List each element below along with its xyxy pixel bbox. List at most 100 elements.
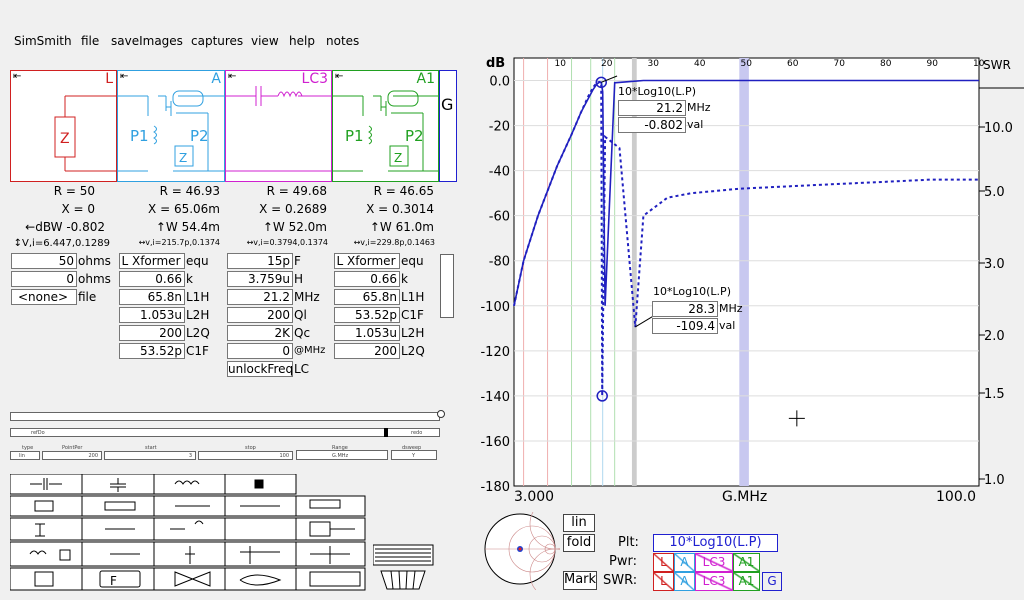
swr-segment-a[interactable]: A bbox=[674, 572, 695, 591]
chart-x-left: 3.000 bbox=[514, 489, 555, 505]
menu-help[interactable]: help bbox=[289, 34, 315, 48]
menu-notes[interactable]: notes bbox=[326, 34, 359, 48]
a1-field-2[interactable]: 65.8n bbox=[334, 289, 400, 305]
a1-field-4[interactable]: 1.053u bbox=[334, 325, 400, 341]
palette-extra-icons[interactable] bbox=[373, 543, 435, 593]
chart-db-title: dB bbox=[486, 56, 506, 71]
swr-tick-label: 5.0 bbox=[984, 185, 1005, 200]
top-tick-label: 40 bbox=[694, 59, 706, 69]
plt-value-field[interactable]: 10*Log10(L.P) bbox=[653, 534, 778, 552]
chart-x-mid: G.MHz bbox=[722, 489, 768, 505]
slider-row[interactable] bbox=[10, 412, 440, 421]
smith-chart-mini[interactable] bbox=[480, 512, 560, 590]
undo-redo-row: refDo redo bbox=[10, 428, 440, 437]
menu-file[interactable]: file bbox=[81, 34, 99, 48]
svg-text:Z: Z bbox=[394, 151, 402, 165]
lc3-r-value: R = 49.68 bbox=[266, 184, 327, 198]
component-g[interactable]: G bbox=[439, 70, 457, 182]
load-field-2[interactable]: <none> bbox=[11, 289, 77, 305]
lc3-field-3[interactable]: 200 bbox=[227, 307, 293, 323]
a-field-2[interactable]: 65.8n bbox=[119, 289, 185, 305]
a1-unit-2: L1H bbox=[401, 290, 425, 304]
menu-simsmith[interactable]: SimSmith bbox=[14, 34, 72, 48]
a1-unit-4: L2H bbox=[401, 326, 425, 340]
lc3-field-2[interactable]: 21.2 bbox=[227, 289, 293, 305]
load-field-0[interactable]: 50 bbox=[11, 253, 77, 269]
top-tick-label: 80 bbox=[880, 59, 892, 69]
a-unit-1: k bbox=[186, 272, 193, 286]
a-field-4[interactable]: 200 bbox=[119, 325, 185, 341]
component-load[interactable]: ⇤ L Z bbox=[10, 70, 118, 182]
a1-unit-1: k bbox=[401, 272, 408, 286]
redo-label[interactable]: redo bbox=[411, 430, 422, 436]
fold-button[interactable]: fold bbox=[563, 534, 595, 552]
a-field-1[interactable]: 0.66 bbox=[119, 271, 185, 287]
lc3-field-5[interactable]: 0 bbox=[227, 343, 293, 359]
pwr-segment-lc3[interactable]: LC3 bbox=[695, 553, 733, 572]
sweep-chart[interactable]: 10 20 30 40 50 60 70 80 90 100.0 -20 -40 -60 -80 -100 -… bbox=[476, 50, 1024, 510]
a-field-3[interactable]: 1.053u bbox=[119, 307, 185, 323]
lin-button[interactable]: lin bbox=[563, 514, 595, 532]
component-a[interactable]: ⇤ A Z P1 P2 bbox=[117, 70, 226, 182]
a-unit-3: L2H bbox=[186, 308, 210, 322]
lc3-field-6[interactable]: unlockFreq bbox=[227, 361, 293, 377]
lc3-unit-2: MHz bbox=[294, 290, 320, 304]
mark-button[interactable]: Mark bbox=[563, 571, 597, 590]
component-palette[interactable]: F bbox=[10, 474, 435, 592]
sweep-field[interactable]: Y bbox=[391, 450, 437, 460]
svg-text:F: F bbox=[110, 574, 117, 588]
swr-segment-l[interactable]: L bbox=[653, 572, 674, 591]
lc3-field-0[interactable]: 15p bbox=[227, 253, 293, 269]
swr-segment-g[interactable]: G bbox=[762, 572, 782, 591]
y-tick-label: -120 bbox=[480, 345, 510, 360]
a-w-value: ↑W 54.4m bbox=[155, 220, 220, 234]
swr-segment-a1[interactable]: A1 bbox=[733, 572, 760, 591]
lc3-field-4[interactable]: 2K bbox=[227, 325, 293, 341]
a1-unit-3: C1F bbox=[401, 308, 424, 322]
stop-field[interactable]: 100 bbox=[198, 451, 293, 460]
lc3-unit-4: Qc bbox=[294, 326, 311, 340]
a1-vi-value: ↔v,i=229.8p,0.1463 bbox=[353, 238, 435, 247]
undo-label[interactable]: refDo bbox=[31, 430, 45, 436]
pwr-segment-l[interactable]: L bbox=[653, 553, 674, 572]
swr-tick-label: 1.5 bbox=[984, 387, 1005, 402]
transformer-icon: Z P1 P2 bbox=[333, 90, 440, 172]
component-lc3[interactable]: ⇤ LC3 bbox=[225, 70, 333, 182]
top-tick-label: 20 bbox=[601, 59, 613, 69]
a-field-5[interactable]: 53.52p bbox=[119, 343, 185, 359]
type-field[interactable]: lin bbox=[10, 451, 40, 460]
a1-field-3[interactable]: 53.52p bbox=[334, 307, 400, 323]
lc3-unit-3: Ql bbox=[294, 308, 307, 322]
marker2-freq-unit: MHz bbox=[719, 302, 743, 315]
lc3-unit-5: @MHz bbox=[294, 345, 326, 356]
pwr-segment-a1[interactable]: A1 bbox=[733, 553, 760, 572]
swr-segment-lc3[interactable]: LC3 bbox=[695, 572, 733, 591]
component-a1[interactable]: ⇤ A1 Z P1 P2 bbox=[332, 70, 440, 182]
marker1-val: -0.802 bbox=[618, 117, 686, 133]
type-value: lin bbox=[19, 453, 25, 459]
undo-divider bbox=[384, 428, 388, 437]
y-tick-label: -80 bbox=[489, 255, 510, 270]
a1-field-5[interactable]: 200 bbox=[334, 343, 400, 359]
menu-captures[interactable]: captures bbox=[191, 34, 243, 48]
range-field[interactable]: G.MHz bbox=[296, 450, 388, 460]
svg-text:P2: P2 bbox=[405, 127, 424, 145]
menu-view[interactable]: view bbox=[251, 34, 279, 48]
top-tick-label: 50 bbox=[741, 59, 753, 69]
points-field[interactable]: 200 bbox=[42, 451, 102, 460]
start-field[interactable]: 3 bbox=[104, 451, 196, 460]
pwr-segment-a[interactable]: A bbox=[674, 553, 695, 572]
lc3-field-1[interactable]: 3.759u bbox=[227, 271, 293, 287]
slider-knob-icon[interactable] bbox=[436, 409, 446, 419]
a1-field-0[interactable]: L Xformer bbox=[334, 253, 400, 269]
swr-label: SWR: bbox=[603, 573, 638, 588]
a-vi-value: ↔v,i=215.7p,0.1374 bbox=[138, 238, 220, 247]
a1-unit-0: equ bbox=[401, 254, 424, 268]
load-field-1[interactable]: 0 bbox=[11, 271, 77, 287]
a1-field-1[interactable]: 0.66 bbox=[334, 271, 400, 287]
load-unit-2: file bbox=[78, 290, 97, 304]
start-value: 3 bbox=[188, 453, 192, 459]
menu-saveimages[interactable]: saveImages bbox=[111, 34, 183, 48]
a-field-0[interactable]: L Xformer bbox=[119, 253, 185, 269]
top-tick-label: 70 bbox=[834, 59, 846, 69]
